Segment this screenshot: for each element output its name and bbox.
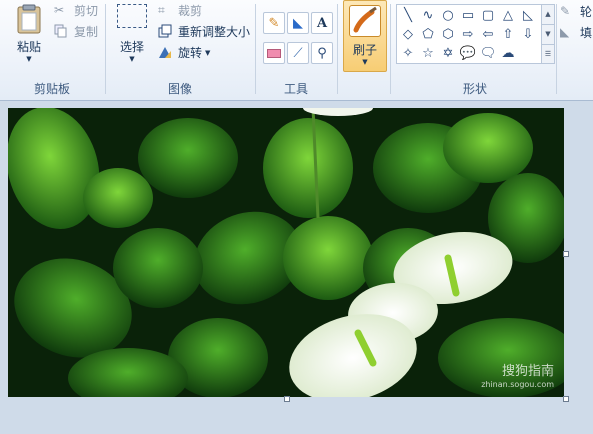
resize-handle-corner[interactable] xyxy=(563,396,569,402)
tools-group-label: 工具 xyxy=(283,82,308,96)
shape-five-point-star-icon[interactable]: ✡ xyxy=(439,44,457,62)
resize-handle-bottom[interactable] xyxy=(284,396,290,402)
fill-shape-button[interactable]: ◣ 填 xyxy=(560,24,592,41)
shape-oval-callout-icon[interactable]: ☁ xyxy=(499,44,517,62)
crop-icon: ⌗ xyxy=(158,2,165,17)
color-picker-button[interactable]: ⟋ xyxy=(287,42,309,64)
clipboard-icon xyxy=(17,4,41,34)
shape-six-point-star-icon[interactable]: 💬 xyxy=(459,44,477,62)
clipboard-group-label: 剪贴板 xyxy=(33,82,70,96)
watermark: 搜狗指南 zhinan.sogou.com xyxy=(481,365,554,391)
magnifier-icon: ⚲ xyxy=(317,45,327,61)
paste-label: 粘贴 xyxy=(16,40,41,54)
text-button[interactable]: A xyxy=(311,12,333,34)
crop-label: 裁剪 xyxy=(178,4,203,18)
resize-handle-right[interactable] xyxy=(563,251,569,257)
eraser-button[interactable] xyxy=(263,42,285,64)
chevron-down-icon: ▼ xyxy=(129,55,135,63)
chevron-down-icon: ▼ xyxy=(362,58,368,66)
watermark-url: zhinan.sogou.com xyxy=(481,380,554,389)
image-group: 选择 ▼ ⌗ 裁剪 重新调整大小 旋转 ▼ 图像 xyxy=(106,0,254,100)
select-rectangle-icon xyxy=(117,4,147,28)
watermark-text: 搜狗指南 xyxy=(501,364,554,379)
chevron-down-icon: ▼ xyxy=(205,48,211,57)
chevron-down-icon: ▼ xyxy=(26,55,32,63)
outline-label: 轮 xyxy=(580,5,593,19)
crop-button[interactable]: ⌗ 裁剪 xyxy=(158,2,202,19)
shape-hexagon-icon[interactable]: ⇨ xyxy=(459,25,477,43)
shape-pentagon-icon[interactable]: ⬡ xyxy=(439,25,457,43)
paint-bucket-icon: ◣ xyxy=(293,15,303,31)
cut-button[interactable]: ✂ 剪切 xyxy=(54,2,98,19)
shape-line-icon[interactable]: ╲ xyxy=(399,6,417,24)
select-label: 选择 xyxy=(119,40,144,54)
select-button[interactable]: 选择 ▼ xyxy=(112,4,152,68)
shape-four-point-star-icon[interactable]: ☆ xyxy=(419,44,437,62)
outline-icon: ✎ xyxy=(560,3,571,18)
shapes-scrollbar[interactable]: ▲ ▼ ☰ xyxy=(541,4,555,64)
shape-oval-icon[interactable]: ○ xyxy=(439,6,457,24)
tools-group: ✎ ◣ A ⟋ ⚲ 工具 xyxy=(256,0,336,100)
shape-diamond-icon[interactable]: ⬠ xyxy=(419,25,437,43)
shape-rounded-callout-icon[interactable]: 🗨 xyxy=(479,44,497,62)
shapes-group-label: 形状 xyxy=(462,82,487,96)
paste-button[interactable]: 粘贴 ▼ xyxy=(10,4,48,68)
shapes-gallery: ╲ ∿ ○ ▭ ▢ △ ◺ ◇ ⬠ ⬡ ⇨ ⇦ ⇧ ⇩ ✧ ☆ ✡ 💬 🗨 ☁ xyxy=(396,4,543,64)
shape-right-triangle-icon[interactable]: ◇ xyxy=(399,25,417,43)
clipboard-group: 粘贴 ▼ ✂ 剪切 复制 剪贴板 xyxy=(0,0,104,100)
eraser-icon xyxy=(267,48,281,58)
copy-button[interactable]: 复制 xyxy=(54,23,98,40)
shape-left-arrow-icon[interactable]: ⇧ xyxy=(499,25,517,43)
rotate-label: 旋转 xyxy=(178,46,203,60)
expand-gallery-icon[interactable]: ☰ xyxy=(542,45,554,64)
resize-button[interactable]: 重新调整大小 xyxy=(158,23,250,40)
copy-label: 复制 xyxy=(74,25,99,39)
shape-curve-icon[interactable]: ∿ xyxy=(419,6,437,24)
shape-down-arrow-icon[interactable]: ✧ xyxy=(399,44,417,62)
brushes-label: 刷子 xyxy=(352,43,377,57)
scroll-up-icon[interactable]: ▲ xyxy=(542,5,554,25)
divider xyxy=(390,4,391,94)
scissors-icon: ✂ xyxy=(54,2,65,17)
fill-bucket-icon: ◣ xyxy=(560,24,570,39)
rotate-button[interactable]: 旋转 ▼ xyxy=(158,44,210,61)
plant-photo xyxy=(8,108,564,397)
fill-label: 填 xyxy=(580,26,593,40)
outline-button[interactable]: ✎ 轮 xyxy=(560,3,592,20)
image-group-label: 图像 xyxy=(167,82,192,96)
brush-icon xyxy=(349,5,381,37)
pencil-icon: ✎ xyxy=(268,15,280,31)
copy-icon xyxy=(54,24,70,40)
fill-button[interactable]: ◣ xyxy=(287,12,309,34)
shape-rounded-rectangle-icon[interactable]: ▢ xyxy=(479,6,497,24)
brushes-button[interactable]: 刷子 ▼ xyxy=(343,0,387,72)
rotate-icon xyxy=(158,45,174,61)
ribbon: 粘贴 ▼ ✂ 剪切 复制 剪贴板 选择 ▼ ⌗ 裁剪 重新调整大小 旋转 ▼ 图… xyxy=(0,0,593,101)
magnifier-button[interactable]: ⚲ xyxy=(311,42,333,64)
scroll-down-icon[interactable]: ▼ xyxy=(542,25,554,45)
text-icon: A xyxy=(316,15,328,31)
shape-up-arrow-icon[interactable]: ⇩ xyxy=(519,25,537,43)
shape-rectangle-icon[interactable]: ▭ xyxy=(459,6,477,24)
shape-triangle-icon[interactable]: ◺ xyxy=(519,6,537,24)
canvas-area[interactable]: 搜狗指南 zhinan.sogou.com xyxy=(0,101,593,434)
eyedropper-icon: ⟋ xyxy=(293,45,303,61)
shape-polygon-icon[interactable]: △ xyxy=(499,6,517,24)
shape-right-arrow-icon[interactable]: ⇦ xyxy=(479,25,497,43)
pencil-button[interactable]: ✎ xyxy=(263,12,285,34)
canvas-image[interactable]: 搜狗指南 zhinan.sogou.com xyxy=(8,108,564,397)
cut-label: 剪切 xyxy=(74,4,99,18)
resize-icon xyxy=(158,24,174,40)
resize-label: 重新调整大小 xyxy=(178,25,251,39)
divider xyxy=(556,4,557,94)
divider xyxy=(337,4,338,94)
